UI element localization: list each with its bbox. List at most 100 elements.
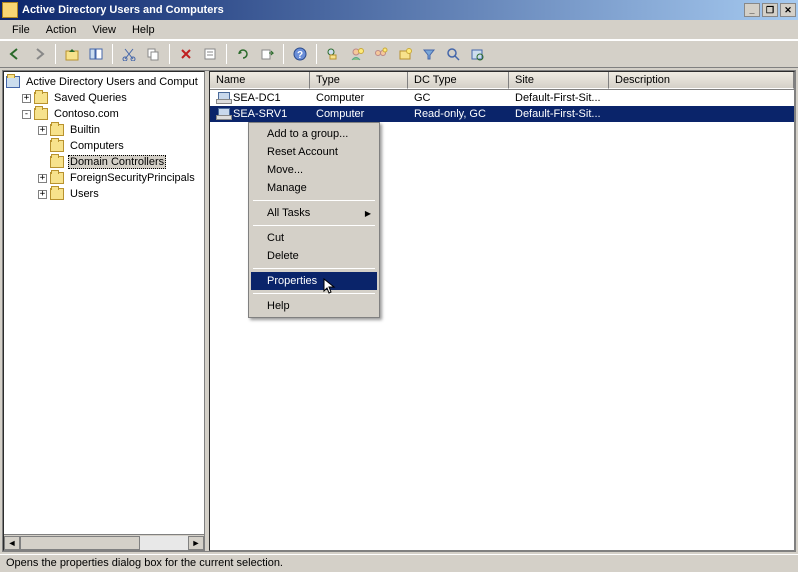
list-row[interactable]: SEA-DC1ComputerGCDefault-First-Sit... [210, 90, 794, 106]
tree-hscroll[interactable]: ◄ ► [4, 534, 204, 550]
filter-button[interactable] [418, 43, 440, 65]
tree-body[interactable]: Active Directory Users and Comput + Saved… [4, 72, 204, 534]
context-menu-item[interactable]: Help [251, 297, 377, 315]
menu-bar: File Action View Help [0, 20, 798, 40]
context-menu: Add to a group...Reset AccountMove...Man… [248, 122, 380, 318]
context-menu-item[interactable]: All Tasks [251, 204, 377, 222]
minimize-button[interactable]: _ [744, 3, 760, 17]
context-menu-item[interactable]: Reset Account [251, 143, 377, 161]
expand-icon[interactable]: + [22, 94, 31, 103]
refresh-button[interactable] [232, 43, 254, 65]
add-ou-button[interactable] [394, 43, 416, 65]
context-menu-item[interactable]: Properties [251, 272, 377, 290]
tree-label: Domain Controllers [68, 155, 166, 169]
cell: Default-First-Sit... [509, 92, 609, 104]
toolbar-separator [112, 44, 113, 64]
folder-icon [34, 92, 48, 104]
scroll-left-button[interactable]: ◄ [4, 536, 20, 550]
scroll-track[interactable] [20, 536, 188, 550]
content-area: Active Directory Users and Comput + Saved… [2, 70, 796, 552]
col-site[interactable]: Site [509, 72, 609, 89]
cut-button[interactable] [118, 43, 140, 65]
computer-icon [216, 92, 230, 104]
cell: SEA-DC1 [210, 92, 310, 104]
expand-icon[interactable]: + [38, 190, 47, 199]
menu-action[interactable]: Action [38, 22, 85, 38]
window-controls: _ ❐ ✕ [742, 3, 796, 17]
cell: SEA-SRV1 [210, 108, 310, 120]
maximize-button[interactable]: ❐ [762, 3, 778, 17]
properties-button[interactable] [199, 43, 221, 65]
tree-node[interactable]: - Contoso.com [4, 106, 204, 122]
collapse-icon[interactable]: - [22, 110, 31, 119]
folder-icon [50, 172, 64, 184]
tree-label: Builtin [68, 124, 102, 136]
folder-icon [50, 140, 64, 152]
context-menu-separator [253, 293, 375, 294]
export-button[interactable] [256, 43, 278, 65]
context-menu-item[interactable]: Cut [251, 229, 377, 247]
delete-button[interactable] [175, 43, 197, 65]
tree-label: Computers [68, 140, 126, 152]
add-user-button[interactable] [346, 43, 368, 65]
cell: Read-only, GC [408, 108, 509, 120]
show-hide-button[interactable] [85, 43, 107, 65]
toolbar-separator [316, 44, 317, 64]
tree-root[interactable]: Active Directory Users and Comput [4, 74, 204, 90]
add-group-button[interactable] [370, 43, 392, 65]
nav-forward-button[interactable] [28, 43, 50, 65]
folder-icon [50, 124, 64, 136]
cell: Default-First-Sit... [509, 108, 609, 120]
scroll-thumb[interactable] [20, 536, 140, 550]
col-type[interactable]: Type [310, 72, 408, 89]
cell: GC [408, 92, 509, 104]
help-button[interactable]: ? [289, 43, 311, 65]
folder-icon [34, 108, 48, 120]
tree-label: Users [68, 188, 101, 200]
root-icon [6, 76, 20, 88]
tree-node[interactable]: Computers [4, 138, 204, 154]
tree-label: Active Directory Users and Comput [24, 76, 200, 88]
col-name[interactable]: Name [210, 72, 310, 89]
list-header: Name Type DC Type Site Description [210, 72, 794, 90]
cell: Computer [310, 92, 408, 104]
close-button[interactable]: ✕ [780, 3, 796, 17]
toolbar-separator [226, 44, 227, 64]
copy-button[interactable] [142, 43, 164, 65]
toolbar-separator [55, 44, 56, 64]
tree-pane: Active Directory Users and Comput + Saved… [3, 71, 205, 551]
col-dctype[interactable]: DC Type [408, 72, 509, 89]
list-row[interactable]: SEA-SRV1ComputerRead-only, GCDefault-Fir… [210, 106, 794, 122]
expand-icon[interactable]: + [38, 126, 47, 135]
status-bar: Opens the properties dialog box for the … [0, 554, 798, 572]
context-menu-item[interactable]: Delete [251, 247, 377, 265]
nav-back-button[interactable] [4, 43, 26, 65]
toolbar-separator [169, 44, 170, 64]
window-titlebar: Active Directory Users and Computers _ ❐… [0, 0, 798, 20]
menu-file[interactable]: File [4, 22, 38, 38]
tree-node[interactable]: + Builtin [4, 122, 204, 138]
tree-node[interactable]: + Saved Queries [4, 90, 204, 106]
tree-node[interactable]: Domain Controllers [4, 154, 204, 170]
tree-label: Contoso.com [52, 108, 121, 120]
col-desc[interactable]: Description [609, 72, 794, 89]
saved-queries-button[interactable] [466, 43, 488, 65]
window-title: Active Directory Users and Computers [22, 4, 742, 16]
tree-node[interactable]: +ForeignSecurityPrincipals [4, 170, 204, 186]
scroll-right-button[interactable]: ► [188, 536, 204, 550]
up-button[interactable] [61, 43, 83, 65]
context-menu-separator [253, 268, 375, 269]
tree-node[interactable]: + Users [4, 186, 204, 202]
tree-label: Saved Queries [52, 92, 129, 104]
search-button[interactable] [442, 43, 464, 65]
menu-help[interactable]: Help [124, 22, 163, 38]
menu-view[interactable]: View [84, 22, 124, 38]
context-menu-separator [253, 200, 375, 201]
context-menu-item[interactable]: Add to a group... [251, 125, 377, 143]
context-menu-item[interactable]: Move... [251, 161, 377, 179]
toolbar-separator [283, 44, 284, 64]
context-menu-item[interactable]: Manage [251, 179, 377, 197]
list-rows[interactable]: SEA-DC1ComputerGCDefault-First-Sit...SEA… [210, 90, 794, 122]
expand-icon[interactable]: + [38, 174, 47, 183]
find-button[interactable] [322, 43, 344, 65]
